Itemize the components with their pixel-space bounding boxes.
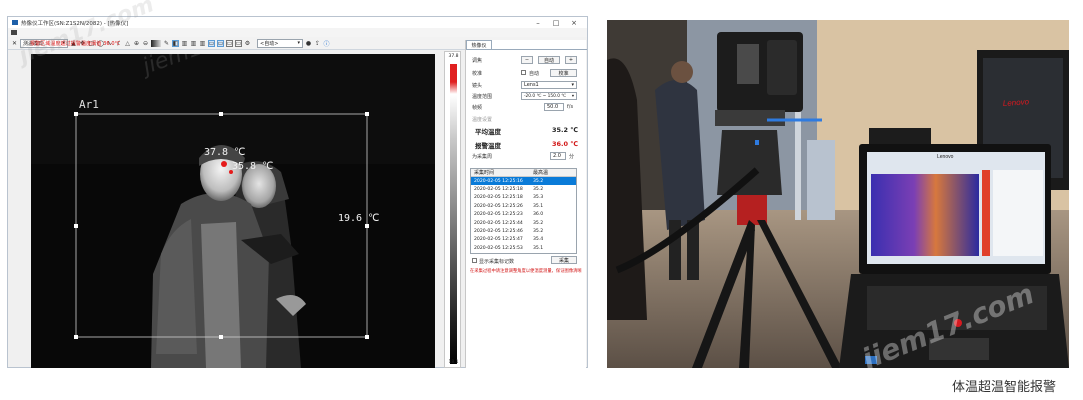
laptop-thermal-view <box>871 174 979 256</box>
color-picker-icon[interactable]: ✎ <box>163 40 170 47</box>
frame-rate-unit: f/s <box>567 104 574 110</box>
table-row[interactable]: 2020-02-05 12:25:44 35.2 <box>471 219 576 227</box>
table-row[interactable]: 2020-02-05 12:25:53 35.1 <box>471 244 576 252</box>
calibration-auto-label: 自动 <box>529 71 540 77</box>
scale-min-label: 18.1 <box>448 360 459 365</box>
show-record-checkbox[interactable] <box>472 258 477 263</box>
lens-select[interactable]: Lens1 ▾ <box>521 81 577 89</box>
export-icon[interactable]: ⇪ <box>314 40 321 47</box>
camera-control-panel: 热像仪 调焦 − 自动 + 校准 自动 校准 镜头 Lens1 ▾ 温度范围 -2… <box>465 40 587 368</box>
laptop-brand: Lenovo <box>937 154 954 160</box>
menu-icon[interactable] <box>11 30 17 35</box>
close-button[interactable]: × <box>565 19 583 27</box>
calibrate-button[interactable]: 校准 <box>550 69 577 77</box>
table-row[interactable]: 2020-02-05 12:25:18 35.3 <box>471 194 576 202</box>
calibration-auto-checkbox[interactable] <box>521 70 526 75</box>
avg-temp-value: 35.2 ℃ <box>552 126 579 134</box>
avg-temp-label: 平均温度 <box>475 128 501 136</box>
section-label: 温度设置 <box>472 117 493 123</box>
capture-log-table: 采集时间 最高温 2020-02-05 12:25:16 35.2 2020-02… <box>470 168 577 254</box>
focus-label: 调焦 <box>472 58 483 64</box>
layout-1-icon[interactable]: ▭ <box>208 39 215 47</box>
col-max-header: 最高温 <box>533 170 549 176</box>
capture-button[interactable]: 采集 <box>551 256 577 264</box>
table-row[interactable]: 2020-02-05 12:25:26 35.1 <box>471 202 576 210</box>
area-label: Ar1 <box>79 98 99 111</box>
image-mode-icon[interactable]: ◧ <box>172 39 179 47</box>
table-row[interactable]: 2020-02-05 12:25:16 35.2 <box>471 177 576 186</box>
temperature-range-select[interactable]: -20.0 ℃ ~ 150.0 ℃ ▾ <box>521 92 577 100</box>
show-record-label: 显示采集标记数 <box>479 259 515 265</box>
zoom-out-icon[interactable]: ⊖ <box>142 40 149 47</box>
layout-3-icon[interactable]: ▭ <box>226 39 233 47</box>
maximize-button[interactable]: □ <box>547 19 565 27</box>
calibration-label: 校准 <box>472 71 483 77</box>
capture-note: 在采集过程中请注意调整角度以便温度测量，保证图像清晰 <box>470 269 582 274</box>
person-2-temp-reading: 35.8 ℃ <box>232 161 273 172</box>
triangle-tool-icon[interactable]: △ <box>124 40 131 47</box>
interval-label: 为采集周 <box>472 154 493 160</box>
table-row[interactable]: 2020-02-05 12:25:18 35.2 <box>471 185 576 193</box>
interval-unit: 分 <box>569 154 575 160</box>
scale-gradient <box>450 64 457 364</box>
app-icon <box>12 20 18 25</box>
settings-icon[interactable]: ⚙ <box>244 40 251 47</box>
zoom-in-icon[interactable]: ⊕ <box>133 40 140 47</box>
table-header: 采集时间 最高温 <box>471 169 576 177</box>
layout-4-icon[interactable]: ▭ <box>235 39 242 47</box>
record-icon[interactable]: ● <box>305 40 312 47</box>
frame-rate-input[interactable]: 50.0 <box>544 103 564 111</box>
caption: 体温超温智能报警 <box>952 380 1057 395</box>
help-icon[interactable]: ⓘ <box>323 40 330 48</box>
alarm-temp-value: 36.0 ℃ <box>552 140 579 148</box>
table-row[interactable]: 2020-02-05 12:25:47 35.4 <box>471 236 576 244</box>
temperature-scale-bar: 37.8 18.1 <box>444 51 461 368</box>
range-label: 温度范围 <box>472 94 493 100</box>
focus-auto-button[interactable]: 自动 <box>538 56 560 64</box>
thermal-scene: Ar1 37.8 ℃ 35.8 ℃ 19.6 ℃ jiem17.com <box>31 54 435 368</box>
max-temp-reading: 37.8 ℃ <box>204 147 245 158</box>
tripod-head <box>717 130 782 195</box>
max-temp-marker <box>221 161 227 167</box>
monitor-brand: Lenovo <box>1003 97 1030 108</box>
deployment-photo: Lenovo Lenovo jiem17.com <box>607 20 1069 368</box>
alarm-temp-label: 报警温度 <box>475 142 501 150</box>
lens-label: 镜头 <box>472 83 483 89</box>
scale-max-label: 37.8 <box>448 54 459 59</box>
col-time-header: 采集时间 <box>474 170 495 176</box>
grid-3-icon[interactable]: ▥ <box>199 40 206 47</box>
interval-input[interactable]: 2.0 <box>550 152 566 160</box>
table-row[interactable]: 2020-02-05 12:25:46 35.2 <box>471 227 576 235</box>
palette-icon[interactable] <box>151 39 161 47</box>
background-temp-reading: 19.6 ℃ <box>338 213 379 224</box>
range-select[interactable]: <自动> ▾ <box>257 38 303 48</box>
grid-1-icon[interactable]: ▥ <box>181 40 188 47</box>
thermal-image: Ar1 37.8 ℃ 35.8 ℃ 19.6 ℃ jiem17.com <box>31 54 435 368</box>
frame-rate-label: 帧频 <box>472 105 483 111</box>
tab-camera[interactable]: 热像仪 <box>466 40 492 49</box>
focus-plus-button[interactable]: + <box>565 56 577 64</box>
focus-minus-button[interactable]: − <box>521 56 533 64</box>
grid-2-icon[interactable]: ▥ <box>190 40 197 47</box>
table-row[interactable]: 2020-02-05 12:25:23 36.0 <box>471 211 576 219</box>
minimize-button[interactable]: – <box>529 19 547 27</box>
layout-2-icon[interactable]: ▭ <box>217 39 224 47</box>
